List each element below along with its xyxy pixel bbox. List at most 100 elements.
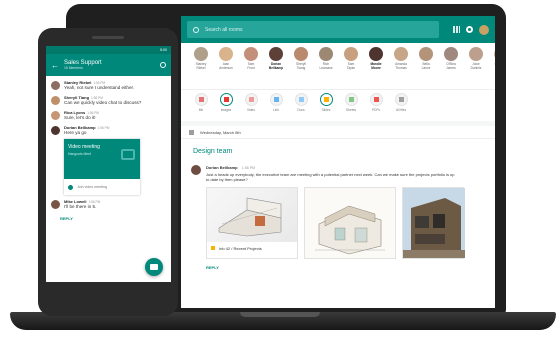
filter-label: Images	[220, 108, 232, 112]
filter-item[interactable]: Slides	[314, 93, 338, 112]
person-avatar-item[interactable]: Mandie Moore	[364, 47, 388, 71]
filter-item[interactable]: PDFs	[364, 93, 388, 112]
message-post: Dorian Bellkamp 1:56 PM Just a heads up …	[181, 163, 495, 183]
filter-item[interactable]: Sheets	[339, 93, 363, 112]
filter-icon	[269, 93, 283, 106]
filter-icon	[219, 93, 233, 106]
avatar	[194, 47, 208, 61]
list-item: Mike Lowell 1:56 PM I'll be there in 5.	[46, 195, 171, 210]
date-label: Wednesday, March 8th	[200, 129, 241, 135]
people-strip: Stanley Riebel Alan Anderson Sam Frost Dori…	[181, 43, 495, 89]
filter-label: All files	[395, 108, 407, 112]
filter-item[interactable]: Docs	[289, 93, 313, 112]
slides-icon	[211, 246, 215, 250]
attachment-image-sketch[interactable]	[304, 186, 396, 259]
new-message-fab-button[interactable]	[145, 258, 163, 276]
appbar-actions	[447, 24, 489, 35]
apps-grid-icon[interactable]	[453, 26, 460, 33]
filter-item[interactable]: Me	[189, 93, 213, 112]
avatar	[494, 47, 495, 61]
message-text: Here ya go	[64, 130, 87, 135]
avatar[interactable]	[479, 24, 489, 35]
person-avatar-item[interactable]: Amanda Thomas	[389, 47, 413, 71]
avatar	[51, 96, 60, 105]
filter-label: Me	[198, 108, 204, 112]
filter-icon	[394, 93, 408, 106]
filter-label: Docs	[297, 108, 305, 112]
person-avatar-item[interactable]: Alan Anderson	[214, 47, 238, 71]
avatar	[444, 47, 458, 61]
person-avatar-item[interactable]: Bella Lance	[414, 47, 438, 71]
post-text: Just a heads up everybody, the executive…	[206, 171, 455, 183]
reply-button[interactable]: REPLY	[46, 210, 171, 221]
calendar-icon	[189, 129, 194, 135]
person-name: Rich Learcase	[319, 62, 333, 70]
filter-item[interactable]: Video	[239, 93, 263, 112]
filter-icon	[319, 93, 333, 106]
person-avatar-item[interactable]: O'Blea James	[439, 47, 463, 71]
person-name: Dorian Bellkamp	[268, 62, 284, 70]
list-item: Dorian Bellkamp 1:56 PM Here ya go	[46, 121, 171, 136]
gear-icon[interactable]	[466, 26, 473, 33]
avatar	[51, 126, 60, 135]
join-video-button[interactable]: Join video meeting	[64, 179, 140, 195]
room-member-count: 15 Members	[64, 66, 83, 70]
phone-screen: 5:00 ← Sales Support 15 Members Stanley …	[46, 46, 171, 282]
phone-app-bar: ← Sales Support 15 Members	[46, 54, 171, 76]
laptop-notch	[240, 312, 320, 317]
filter-item[interactable]: All files	[389, 93, 413, 112]
filter-icon	[344, 93, 358, 106]
person-name: O'Blea James	[446, 62, 456, 70]
filter-item[interactable]: Images	[214, 93, 238, 112]
back-arrow-icon[interactable]: ←	[51, 61, 59, 70]
avatar	[369, 47, 383, 61]
meet-icon	[68, 184, 73, 190]
filter-item[interactable]: Link	[264, 93, 288, 112]
search-icon[interactable]	[160, 62, 166, 68]
attachments: Inb 42 / Recent Projects	[181, 183, 495, 259]
room-header[interactable]: Sales Support 15 Members	[64, 60, 160, 70]
search-icon	[193, 26, 199, 33]
laptop-screen: Search all rooms Stanley Riebel Alan Ande…	[181, 16, 495, 308]
video-card-header: Video meeting Hangouts Meet	[64, 139, 140, 179]
filter-label: Link	[273, 108, 279, 112]
message-list: Stanley Riebel 1:55 PM Yeah, not sure I un…	[46, 76, 171, 136]
video-camera-icon	[121, 149, 135, 160]
avatar	[191, 165, 201, 175]
join-video-label: Join video meeting	[77, 185, 107, 189]
person-avatar-item[interactable]: Sheryll Tsang	[289, 47, 313, 71]
filter-label: Slides	[321, 108, 331, 112]
attachment-image-photo[interactable]	[402, 186, 465, 259]
person-avatar-item[interactable]: Rich Learcase	[314, 47, 338, 71]
avatar	[51, 200, 60, 209]
filter-icon	[369, 93, 383, 106]
search-input[interactable]: Search all rooms	[187, 21, 439, 38]
filter-icon	[194, 93, 208, 106]
person-avatar-item[interactable]: Bridgette Jones	[489, 47, 495, 71]
person-name: Stanley Riebel	[195, 62, 207, 70]
person-name: Bella Lance	[421, 62, 431, 70]
person-avatar-item[interactable]: Joice Daniels	[464, 47, 488, 71]
post-time: 1:56 PM	[241, 166, 256, 170]
post-body: Dorian Bellkamp 1:56 PM Just a heads up …	[206, 165, 456, 183]
avatar	[219, 47, 233, 61]
person-avatar-item[interactable]: Dorian Bellkamp	[264, 47, 288, 71]
person-name: Sheryll Tsang	[296, 62, 306, 70]
person-avatar-item[interactable]: Stanley Riebel	[189, 47, 213, 71]
attachment-doc[interactable]: Inb 42 / Recent Projects	[206, 186, 298, 259]
video-meeting-card[interactable]: Video meeting Hangouts Meet Join video m…	[64, 139, 140, 195]
filter-icon	[294, 93, 308, 106]
filter-label: PDFs	[372, 108, 380, 112]
person-avatar-item[interactable]: Sam Taylor	[339, 47, 363, 71]
list-item: Rica Lyons 1:56 PM Sure, let's do it!	[46, 106, 171, 121]
avatar	[51, 81, 60, 90]
person-avatar-item[interactable]: Sam Frost	[239, 47, 263, 71]
app-bar: Search all rooms	[181, 16, 495, 43]
attachment-caption: Inb 42 / Recent Projects	[207, 242, 297, 255]
person-name: Sam Frost	[247, 62, 255, 70]
person-name: Sam Taylor	[346, 62, 356, 70]
reply-button[interactable]: REPLY	[181, 259, 495, 270]
filter-icon	[244, 93, 258, 106]
person-name: Amanda Thomas	[395, 62, 407, 70]
avatar	[394, 47, 408, 61]
